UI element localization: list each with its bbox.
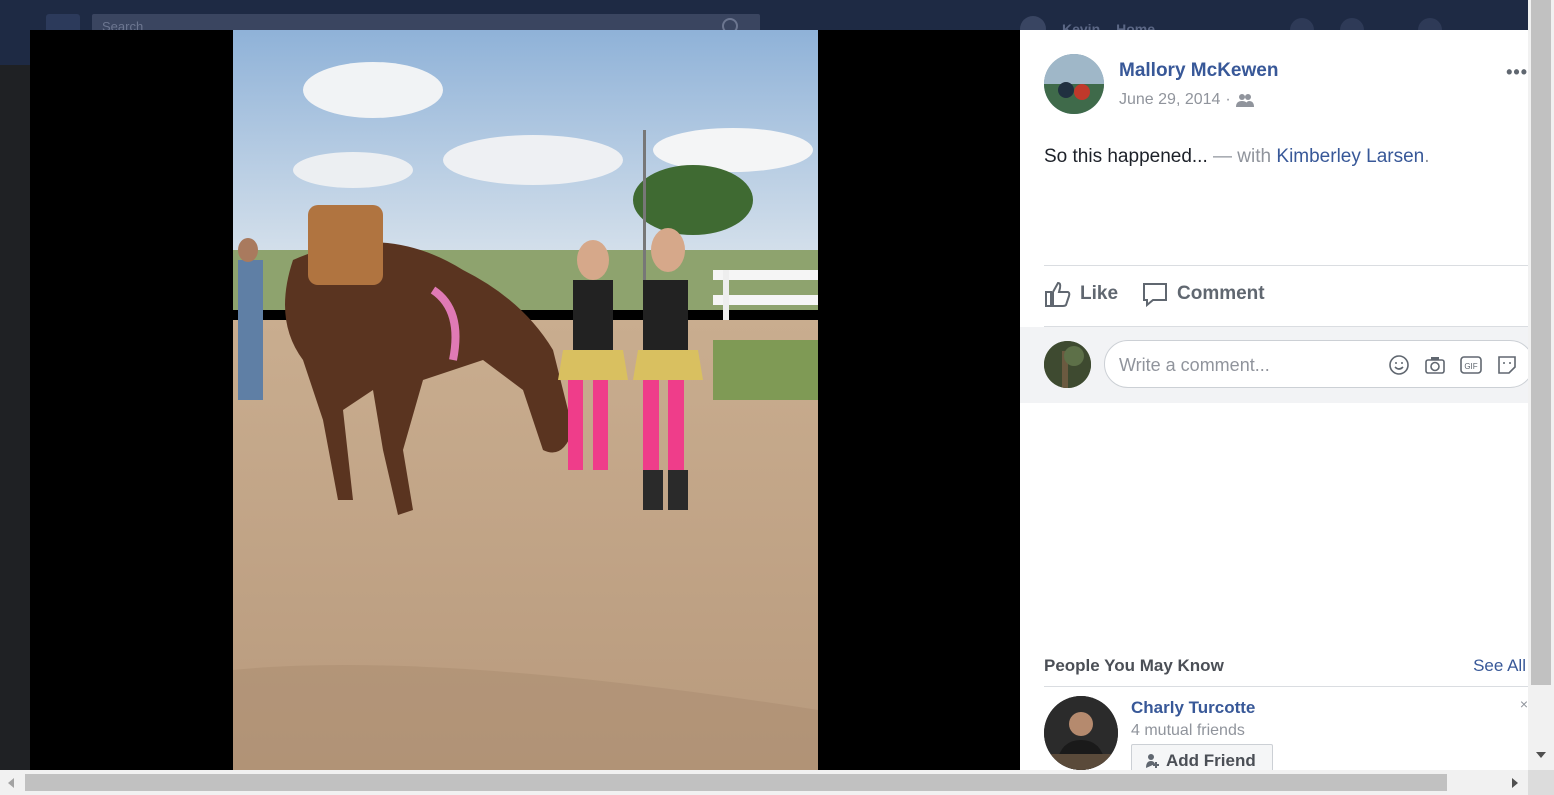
post-photo[interactable] xyxy=(233,30,818,770)
add-friend-label: Add Friend xyxy=(1166,751,1256,770)
actions-divider-top xyxy=(1044,265,1528,266)
scroll-right-arrow-icon[interactable] xyxy=(1512,778,1518,788)
gif-icon[interactable]: GIF xyxy=(1460,354,1482,376)
scrollbar-corner xyxy=(1528,770,1554,795)
comment-composer: Write a comment... GIF xyxy=(1020,327,1528,403)
scroll-down-arrow-icon[interactable] xyxy=(1536,752,1546,758)
commenter-avatar xyxy=(1044,341,1091,388)
comment-placeholder: Write a comment... xyxy=(1119,355,1270,375)
suggested-friend-name[interactable]: Charly Turcotte xyxy=(1131,698,1255,718)
post-text: So this happened... — with Kimberley Lar… xyxy=(1044,146,1430,168)
comment-input[interactable]: Write a comment... GIF xyxy=(1104,340,1528,388)
more-options-icon[interactable]: ••• xyxy=(1506,62,1528,83)
comment-button[interactable]: Comment xyxy=(1141,280,1265,308)
emoji-icon[interactable] xyxy=(1388,354,1410,376)
like-icon xyxy=(1045,281,1071,307)
close-icon[interactable]: × xyxy=(1520,696,1528,712)
tagged-person-link[interactable]: Kimberley Larsen xyxy=(1276,146,1424,167)
vertical-scrollbar[interactable] xyxy=(1528,0,1554,770)
suggested-friend-avatar[interactable] xyxy=(1044,696,1118,770)
with-text: — with xyxy=(1213,146,1272,167)
comment-label: Comment xyxy=(1177,283,1265,304)
comment-icon xyxy=(1143,283,1167,308)
photo-theater[interactable] xyxy=(30,30,1020,770)
friends-icon[interactable] xyxy=(1235,93,1254,107)
gif-label: GIF xyxy=(1464,362,1477,371)
horizontal-scrollbar-thumb[interactable] xyxy=(25,774,1447,791)
like-button[interactable]: Like xyxy=(1044,280,1118,308)
see-all-link[interactable]: See All xyxy=(1473,656,1526,676)
post-side-panel: Mallory McKewen June 29, 2014 · ••• So t… xyxy=(1020,30,1528,770)
author-avatar[interactable] xyxy=(1044,54,1104,114)
horizontal-scrollbar[interactable] xyxy=(0,770,1528,795)
background-page-dimmed xyxy=(0,65,30,770)
post-body: So this happened... xyxy=(1044,146,1208,167)
mutual-friends-count[interactable]: 4 mutual friends xyxy=(1131,722,1245,740)
pymk-divider xyxy=(1044,686,1528,687)
photo-image xyxy=(233,30,818,770)
post-meta: June 29, 2014 · xyxy=(1119,91,1254,109)
like-label: Like xyxy=(1080,283,1119,304)
camera-icon[interactable] xyxy=(1424,354,1446,376)
vertical-scrollbar-thumb[interactable] xyxy=(1531,0,1551,685)
post-date[interactable]: June 29, 2014 xyxy=(1119,91,1220,109)
scroll-left-arrow-icon[interactable] xyxy=(8,778,14,788)
tagged-suffix: . xyxy=(1424,146,1430,167)
author-avatar-image xyxy=(1044,54,1104,114)
pymk-title: People You May Know xyxy=(1044,656,1224,675)
sticker-icon[interactable] xyxy=(1496,354,1518,376)
post-author-name[interactable]: Mallory McKewen xyxy=(1119,60,1278,82)
meta-separator: · xyxy=(1225,91,1231,108)
add-friend-icon xyxy=(1146,754,1159,768)
add-friend-button[interactable]: Add Friend xyxy=(1131,744,1273,770)
